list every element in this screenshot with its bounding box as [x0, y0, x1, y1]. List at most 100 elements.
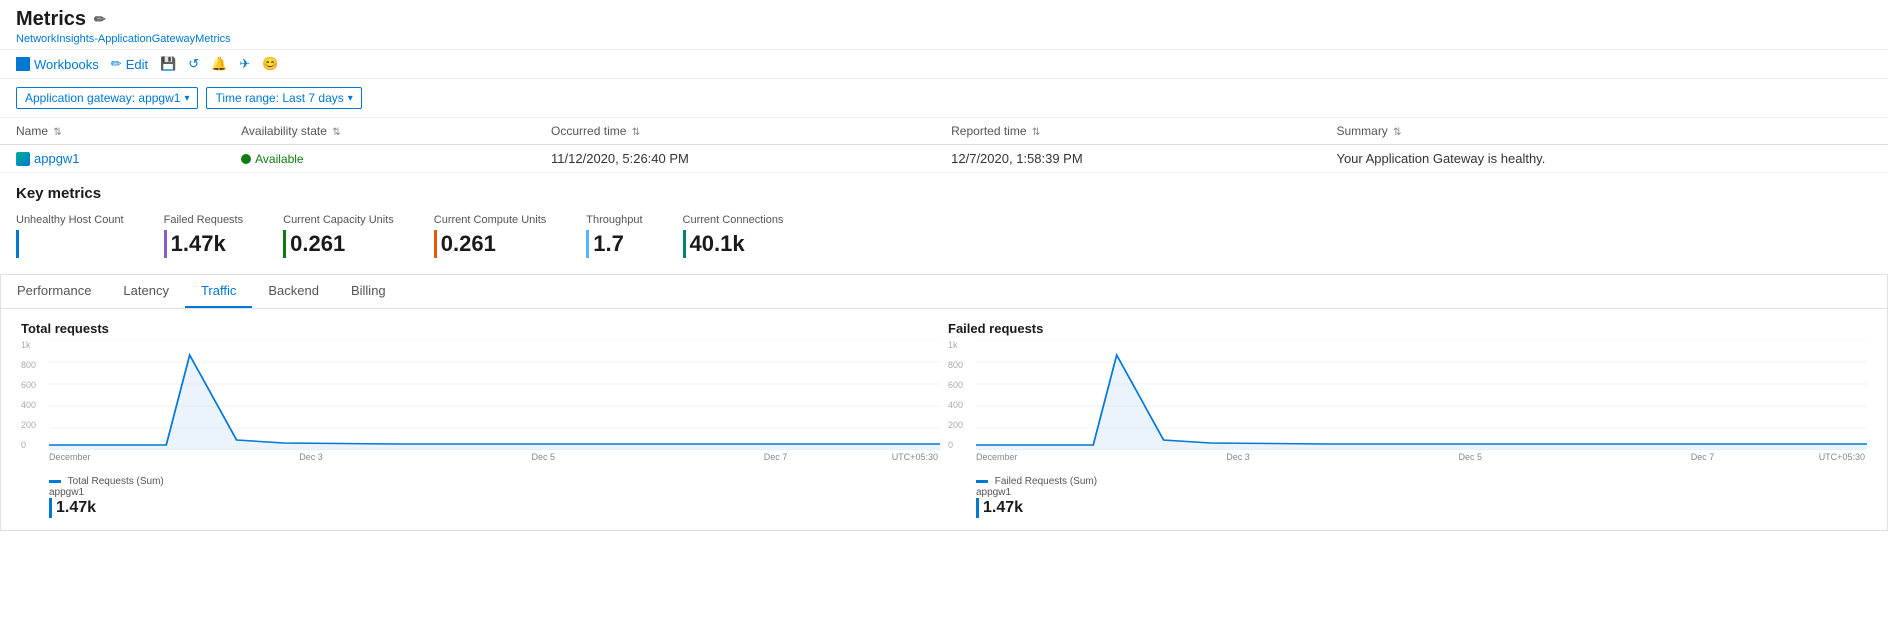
y-label: 0 [948, 440, 976, 450]
chevron-down-icon: ▾ [184, 93, 189, 104]
chart-legend: Failed Requests (Sum) appgw1 1.47k [948, 476, 1867, 518]
cell-summary: Your Application Gateway is healthy. [1320, 145, 1888, 173]
table-row: appgw1 Available 11/12/2020, 5:26:40 PM … [0, 145, 1888, 173]
chart-title: Failed requests [948, 321, 1867, 336]
y-label: 600 [948, 380, 976, 390]
chart-container-1: Failed requests 1k8006004002000 [944, 317, 1871, 522]
y-label: 200 [21, 420, 49, 430]
tab-latency[interactable]: Latency [107, 275, 185, 308]
x-label: UTC+05:30 [892, 452, 938, 462]
share-button[interactable]: ✈ [239, 56, 250, 72]
sort-icon[interactable]: ⇅ [1032, 127, 1040, 138]
metric-label: Failed Requests [164, 214, 244, 226]
health-table: Name ⇅ Availability state ⇅ Occurred tim… [0, 118, 1888, 173]
legend-bar [49, 498, 52, 518]
status-dot [241, 154, 251, 164]
pencil-icon: ✏ [111, 56, 122, 72]
tab-billing[interactable]: Billing [335, 275, 402, 308]
legend-color [976, 480, 988, 483]
metric-value: 40.1k [683, 230, 784, 258]
y-label: 400 [948, 400, 976, 410]
metric-item: Throughput 1.7 [586, 214, 642, 258]
key-metrics-section: Key metrics Unhealthy Host Count Failed … [0, 173, 1888, 266]
metric-value: 0.261 [434, 230, 547, 258]
sort-icon[interactable]: ⇅ [632, 127, 640, 138]
metric-label: Unhealthy Host Count [16, 214, 124, 226]
page-title: Metrics ✏ [16, 8, 1872, 31]
legend-value: 1.47k [49, 498, 940, 518]
key-metrics-title: Key metrics [16, 185, 1872, 202]
chart-area: 1k8006004002000 DecemberDec 3Dec 5Dec 7U… [21, 340, 940, 470]
chart-title: Total requests [21, 321, 940, 336]
legend-sub: appgw1 [976, 487, 1867, 498]
legend-bar [976, 498, 979, 518]
tab-backend[interactable]: Backend [252, 275, 335, 308]
workbooks-icon [16, 57, 30, 71]
breadcrumb: NetworkInsights-ApplicationGatewayMetric… [16, 33, 1872, 45]
tab-performance[interactable]: Performance [1, 275, 107, 308]
y-label: 800 [21, 360, 49, 370]
y-label: 600 [21, 380, 49, 390]
filter-bar: Application gateway: appgw1 ▾ Time range… [0, 79, 1888, 118]
x-label: Dec 5 [1459, 452, 1483, 462]
metric-item: Failed Requests 1.47k [164, 214, 244, 258]
refresh-button[interactable]: ↺ [188, 56, 199, 72]
sort-icon[interactable]: ⇅ [53, 127, 61, 138]
cell-reported: 12/7/2020, 1:58:39 PM [935, 145, 1320, 173]
col-name: Name ⇅ [0, 118, 225, 145]
bell-icon: 🔔 [211, 56, 227, 72]
legend-sub: appgw1 [49, 487, 940, 498]
legend-color [49, 480, 61, 483]
sort-icon[interactable]: ⇅ [1393, 127, 1401, 138]
x-label: UTC+05:30 [1819, 452, 1865, 462]
metric-value: 1.47k [164, 230, 244, 258]
chart-container-0: Total requests 1k8006004002000 [17, 317, 944, 522]
edit-title-icon[interactable]: ✏ [94, 11, 106, 28]
refresh-icon: ↺ [188, 56, 199, 72]
sort-icon[interactable]: ⇅ [332, 127, 340, 138]
gateway-filter[interactable]: Application gateway: appgw1 ▾ [16, 87, 198, 109]
cell-name: appgw1 [0, 145, 225, 173]
toolbar: Workbooks ✏ Edit 💾 ↺ 🔔 ✈ 😊 [0, 50, 1888, 79]
cell-availability: Available [225, 145, 535, 173]
x-label: Dec 3 [299, 452, 323, 462]
chevron-down-icon: ▾ [348, 93, 353, 104]
metric-bar [683, 230, 686, 258]
x-label: December [976, 452, 1018, 462]
metric-bar [164, 230, 167, 258]
metric-label: Current Capacity Units [283, 214, 394, 226]
tabs-bar: PerformanceLatencyTrafficBackendBilling [1, 275, 1887, 309]
time-range-filter[interactable]: Time range: Last 7 days ▾ [206, 87, 361, 109]
workbooks-button[interactable]: Workbooks [16, 57, 99, 72]
x-label: December [49, 452, 91, 462]
metric-label: Current Connections [683, 214, 784, 226]
y-axis: 1k8006004002000 [21, 340, 49, 450]
x-label: Dec 7 [764, 452, 788, 462]
feedback-button[interactable]: 😊 [262, 56, 278, 72]
col-availability: Availability state ⇅ [225, 118, 535, 145]
metric-label: Throughput [586, 214, 642, 226]
tab-traffic[interactable]: Traffic [185, 275, 252, 308]
x-label: Dec 7 [1691, 452, 1715, 462]
metric-bar [434, 230, 437, 258]
metric-item: Current Compute Units 0.261 [434, 214, 547, 258]
metric-bar [16, 230, 19, 258]
metric-label: Current Compute Units [434, 214, 547, 226]
alert-button[interactable]: 🔔 [211, 56, 227, 72]
share-icon: ✈ [239, 56, 250, 72]
metric-item: Current Connections 40.1k [683, 214, 784, 258]
tabs-section: PerformanceLatencyTrafficBackendBilling … [0, 274, 1888, 531]
y-label: 200 [948, 420, 976, 430]
metric-item: Unhealthy Host Count [16, 214, 124, 258]
col-reported: Reported time ⇅ [935, 118, 1320, 145]
metric-value [16, 230, 124, 258]
metrics-row: Unhealthy Host Count Failed Requests 1.4… [16, 214, 1872, 258]
cell-occurred: 11/12/2020, 5:26:40 PM [535, 145, 935, 173]
edit-button[interactable]: ✏ Edit [111, 56, 148, 72]
x-axis: DecemberDec 3Dec 5Dec 7UTC+05:30 [21, 452, 940, 462]
x-axis: DecemberDec 3Dec 5Dec 7UTC+05:30 [948, 452, 1867, 462]
charts-section: Total requests 1k 800 600 400 200 0 [1, 309, 1887, 530]
chart-area: 1k8006004002000 DecemberDec 3Dec 5Dec 7U… [948, 340, 1867, 470]
save-button[interactable]: 💾 [160, 56, 176, 72]
y-label: 1k [948, 340, 976, 350]
